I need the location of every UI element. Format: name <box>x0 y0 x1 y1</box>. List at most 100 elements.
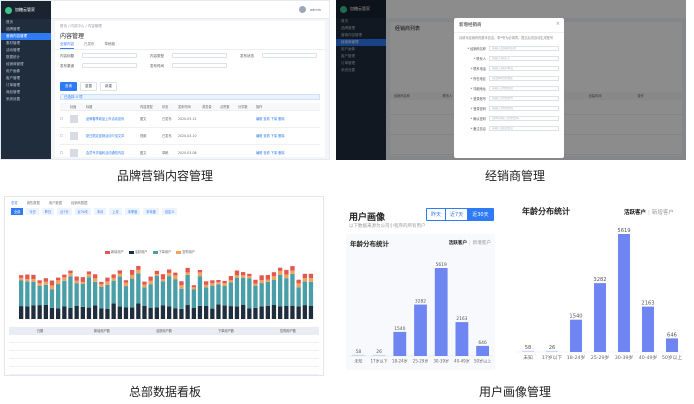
sidebar-item[interactable]: 商品管理 <box>1 89 51 96</box>
active-customers-tab[interactable]: 活跃客户 <box>449 241 467 246</box>
filter-chip[interactable]: 本季度 <box>124 208 141 215</box>
chart-bar-segment <box>117 306 122 319</box>
chart-bar-segment <box>31 274 36 280</box>
sidebar-item[interactable]: 首页 <box>1 19 51 26</box>
table-row[interactable] <box>9 367 319 375</box>
chart-bar-segment <box>259 275 264 280</box>
field-input[interactable]: 请输入详细地址 <box>489 85 559 91</box>
chart-bar-segment <box>154 274 159 276</box>
tab[interactable]: 全部内容 <box>60 42 74 49</box>
row-operations[interactable]: 编辑 查看 下架 删除 <box>256 134 316 138</box>
bar-value-label: 646 <box>667 332 677 338</box>
filter-chip[interactable]: 近7天 <box>57 208 72 215</box>
filter-input[interactable] <box>172 53 227 58</box>
bar-value-label: 2163 <box>641 301 654 307</box>
sidebar-item[interactable]: 客户管理 <box>1 75 51 82</box>
chart-bar-segment <box>210 283 215 286</box>
table-row[interactable] <box>9 343 319 351</box>
sidebar-item[interactable]: 活动管理 <box>1 47 51 54</box>
category-tick-label: 17岁以下 <box>542 354 563 361</box>
dashboard-tab[interactable]: 销售数据 <box>27 200 40 205</box>
row-operations[interactable]: 编辑 查看 下架 删除 <box>256 151 316 155</box>
chart-bar-segment <box>123 282 129 287</box>
period-option[interactable]: 近30天 <box>468 209 493 220</box>
dashboard-tab[interactable]: 经销商数据 <box>71 200 87 205</box>
filter-input[interactable] <box>82 63 137 68</box>
chart-bar-segment <box>259 306 264 319</box>
close-icon[interactable]: × <box>556 21 560 27</box>
field-input[interactable]: 请输入联系电话 <box>489 65 559 71</box>
filter-chip[interactable]: 本月 <box>93 208 107 215</box>
field-input[interactable]: 请输入登录密码 <box>489 105 559 111</box>
field-input[interactable]: 请输入备注信息 <box>489 125 559 131</box>
age-bar <box>666 338 678 352</box>
row-checkbox[interactable]: ☐ <box>60 151 70 155</box>
form-field: * 经销商名称 请输入经销商名称 <box>454 43 564 53</box>
chart-bar-segment <box>130 307 135 319</box>
filter-chip[interactable]: 近30天 <box>74 208 91 215</box>
sidebar-item[interactable]: 用户画像 <box>1 68 51 75</box>
table-row[interactable] <box>9 351 319 359</box>
chart-bar-segment <box>117 270 122 274</box>
new-customers-tab[interactable]: 新增客户 <box>473 241 491 246</box>
filter-input[interactable] <box>172 63 227 68</box>
sidebar-item[interactable]: 营销内容管理 <box>1 33 51 40</box>
table-row[interactable] <box>9 359 319 367</box>
modal-form: * 经销商名称 请输入经销商名称 * 联系人 请输入联系人 * 联系电话 请输入联系电话 *… <box>454 43 564 133</box>
avatar[interactable] <box>299 6 307 13</box>
tab[interactable]: 草稿箱 <box>105 42 116 49</box>
caption-brand: 品牌营销内容管理 <box>116 169 213 183</box>
action-button[interactable]: 新建 <box>100 82 117 91</box>
sidebar-item[interactable]: 系统设置 <box>1 96 51 103</box>
filter-chip[interactable]: 本年度 <box>143 208 159 215</box>
filter-label: 发布时间 <box>150 64 164 68</box>
row-operations[interactable]: 编辑 查看 下架 删除 <box>256 117 316 121</box>
filter-chip[interactable]: 自定义 <box>161 208 178 215</box>
new-customers-tab[interactable]: 新增客户 <box>652 210 674 216</box>
tab[interactable]: 已发布 <box>84 42 95 49</box>
field-input[interactable]: 请选择所在地区 <box>489 75 559 81</box>
row-title[interactable]: 品牌春季新品上市活动宣传 <box>86 117 140 121</box>
field-input[interactable]: 请输入经销商名称 <box>489 45 559 51</box>
table-row[interactable]: ☐ 夏日限定促销活动介绍文章 视频 已发布 2020-03-10 编辑 查看 下架 删除 <box>60 128 320 145</box>
sidebar-item[interactable]: 品牌管理 <box>1 26 51 33</box>
row-checkbox[interactable]: ☐ <box>60 134 70 138</box>
action-button[interactable]: 查询 <box>60 82 77 91</box>
filter-chip[interactable]: 昨日 <box>41 208 55 215</box>
sidebar-item[interactable]: 经销商管理 <box>1 61 51 68</box>
table-row[interactable]: ☐ 会员专享福利活动通知内容 图文 草稿 2020-03-08 编辑 查看 下架 删除 <box>60 145 320 159</box>
sidebar-item[interactable]: 素材管理 <box>1 40 51 47</box>
active-customers-tab[interactable]: 活跃客户 <box>624 210 646 216</box>
dashboard-tab[interactable]: 总览 <box>11 200 18 205</box>
filter-input[interactable] <box>262 53 317 58</box>
chart-bar-segment <box>148 307 153 319</box>
table-row[interactable] <box>9 335 319 343</box>
field-input[interactable]: 请输入登录账号 <box>489 95 559 101</box>
filter-input[interactable] <box>82 53 137 58</box>
chart-bar-segment <box>185 305 190 319</box>
filter-chip[interactable]: 全部 <box>11 208 24 215</box>
row-title[interactable]: 夏日限定促销活动介绍文章 <box>86 134 140 138</box>
form-field: * 登录密码 请输入登录密码 <box>454 103 564 113</box>
form-field: * 登录账号 请输入登录账号 <box>454 93 564 103</box>
user-name[interactable]: admin <box>310 8 321 12</box>
chart-bar-segment <box>49 307 55 319</box>
table-row[interactable]: ☐ 品牌春季新品上市活动宣传 图文 已发布 2020-03-12 编辑 查看 下架 删除 <box>60 111 320 128</box>
cover-thumbnail <box>70 132 86 140</box>
filter-chip[interactable]: 上月 <box>109 208 122 215</box>
chart-bar-segment <box>191 308 196 319</box>
sidebar-item[interactable]: 订单管理 <box>1 82 51 89</box>
field-input[interactable]: 请输入联系人 <box>489 55 559 61</box>
chart-bar-segment <box>173 279 178 309</box>
filter-chip[interactable]: 今日 <box>26 208 39 215</box>
chart-bar-segment <box>142 284 147 288</box>
field-input[interactable]: 请再次输入登录密码 <box>489 115 559 121</box>
action-button[interactable]: 重置 <box>80 82 97 91</box>
row-title[interactable]: 会员专享福利活动通知内容 <box>86 151 140 155</box>
sidebar-item[interactable]: 数据统计 <box>1 54 51 61</box>
period-option[interactable]: 近7天 <box>446 209 469 220</box>
row-checkbox[interactable]: ☐ <box>60 117 70 121</box>
dashboard-tab[interactable]: 用户数据 <box>49 200 62 205</box>
period-option[interactable]: 昨天 <box>427 209 447 220</box>
category-tick-label: 40-49岁 <box>454 357 470 363</box>
